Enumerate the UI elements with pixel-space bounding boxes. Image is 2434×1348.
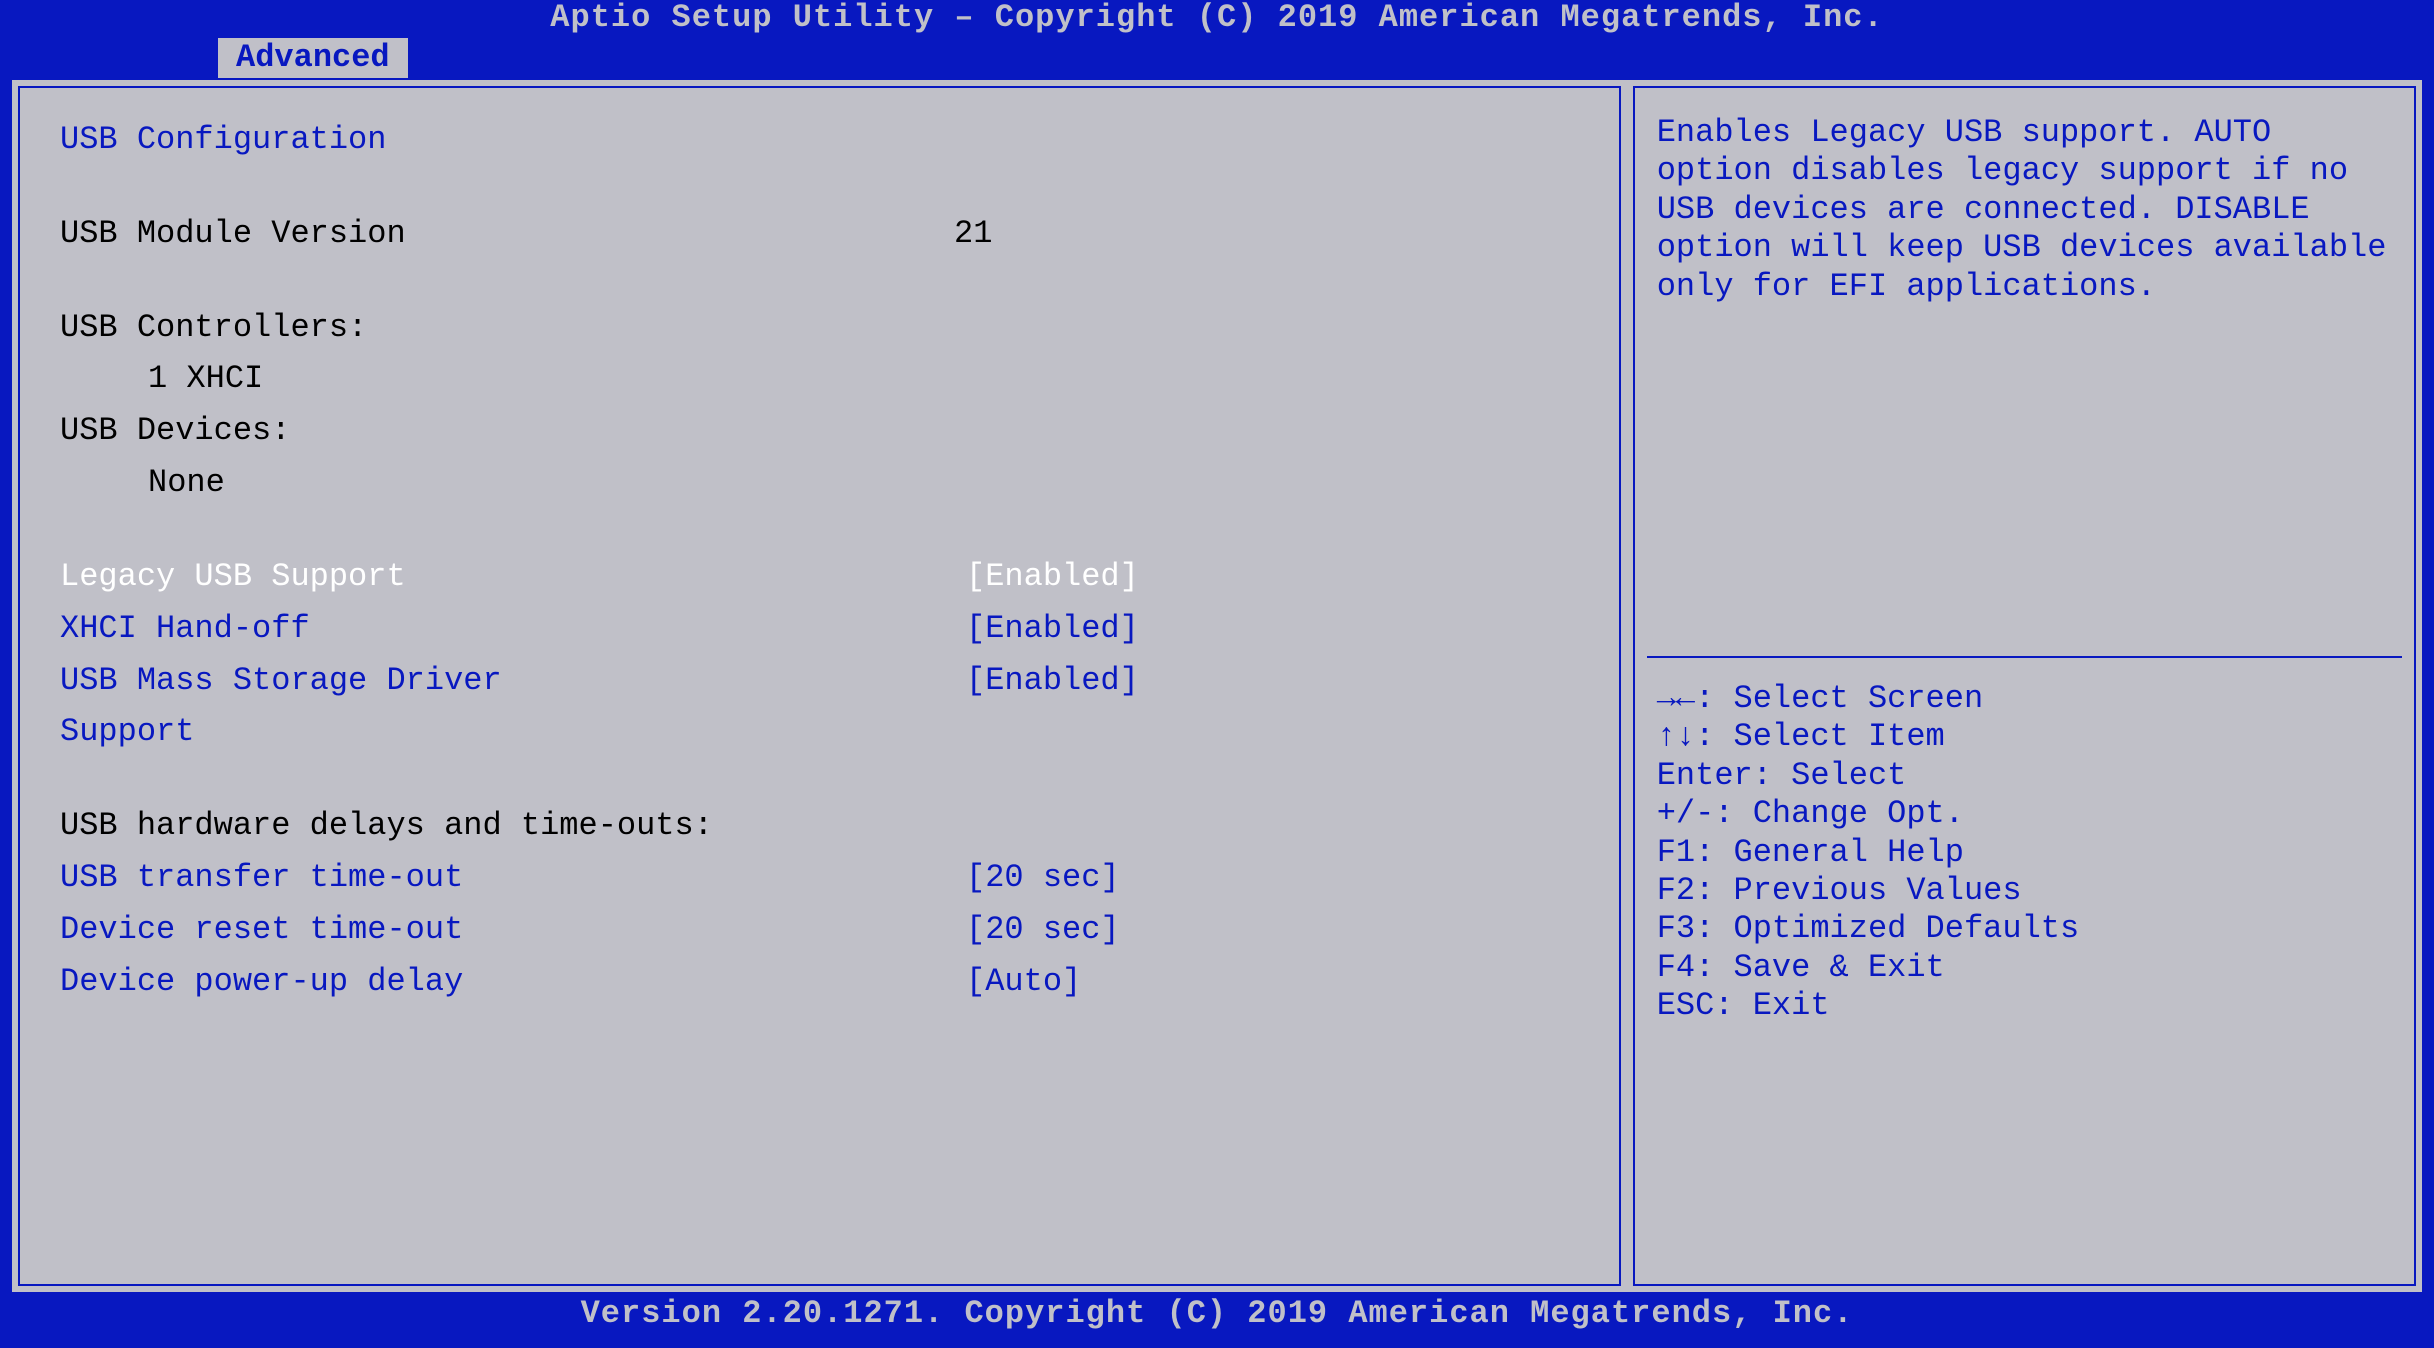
devices-label: USB Devices:	[60, 405, 290, 457]
hint-enter-select: Enter: Select	[1657, 757, 2392, 795]
setting-device-reset-timeout[interactable]: Device reset time-out [20 sec]	[60, 904, 1579, 956]
header-title: Aptio Setup Utility – Copyright (C) 2019…	[0, 0, 2434, 38]
hint-select-screen: →←: Select Screen	[1657, 680, 2392, 718]
module-version-value: 21	[600, 208, 992, 260]
devices-value: None	[60, 457, 225, 509]
help-panel: Enables Legacy USB support. AUTO option …	[1627, 80, 2422, 1292]
hint-change-opt: +/-: Change Opt.	[1657, 795, 2392, 833]
setting-value: [20 sec]	[600, 904, 1120, 956]
setting-value: [Enabled]	[600, 551, 1139, 603]
footer-version: Version 2.20.1271. Copyright (C) 2019 Am…	[0, 1292, 2434, 1336]
hint-previous-values: F2: Previous Values	[1657, 872, 2392, 910]
setting-label: USB Mass Storage Driver Support	[60, 655, 600, 759]
tab-advanced[interactable]: Advanced	[218, 38, 408, 78]
setting-xhci-hand-off[interactable]: XHCI Hand-off [Enabled]	[60, 603, 1579, 655]
setting-label: Legacy USB Support	[60, 551, 600, 603]
setting-label: Device power-up delay	[60, 956, 600, 1008]
section-title: USB Configuration	[60, 114, 386, 166]
controllers-value: 1 XHCI	[60, 353, 263, 405]
setting-label: Device reset time-out	[60, 904, 600, 956]
setting-label: USB transfer time-out	[60, 852, 600, 904]
setting-value: [Auto]	[600, 956, 1081, 1008]
setting-value: [Enabled]	[600, 655, 1139, 759]
module-version-label: USB Module Version	[60, 208, 600, 260]
help-divider	[1647, 656, 2402, 658]
bios-setup-frame: Aptio Setup Utility – Copyright (C) 2019…	[0, 0, 2434, 1348]
setting-value: [Enabled]	[600, 603, 1139, 655]
setting-usb-mass-storage-driver-support[interactable]: USB Mass Storage Driver Support [Enabled…	[60, 655, 1579, 759]
panels: USB Configuration USB Module Version 21 …	[0, 80, 2434, 1292]
controllers-label: USB Controllers:	[60, 302, 367, 354]
setting-usb-transfer-timeout[interactable]: USB transfer time-out [20 sec]	[60, 852, 1579, 904]
hint-esc-exit: ESC: Exit	[1657, 987, 2392, 1025]
tab-bar: Advanced	[0, 38, 2434, 80]
delays-title: USB hardware delays and time-outs:	[60, 800, 713, 852]
help-text: Enables Legacy USB support. AUTO option …	[1657, 114, 2392, 306]
setting-device-powerup-delay[interactable]: Device power-up delay [Auto]	[60, 956, 1579, 1008]
setting-value: [20 sec]	[600, 852, 1120, 904]
setting-label: XHCI Hand-off	[60, 603, 600, 655]
main-panel: USB Configuration USB Module Version 21 …	[12, 80, 1627, 1292]
setting-legacy-usb-support[interactable]: Legacy USB Support [Enabled]	[60, 551, 1579, 603]
hint-select-item: ↑↓: Select Item	[1657, 718, 2392, 756]
hint-general-help: F1: General Help	[1657, 834, 2392, 872]
hint-optimized-defaults: F3: Optimized Defaults	[1657, 910, 2392, 948]
hint-save-exit: F4: Save & Exit	[1657, 949, 2392, 987]
